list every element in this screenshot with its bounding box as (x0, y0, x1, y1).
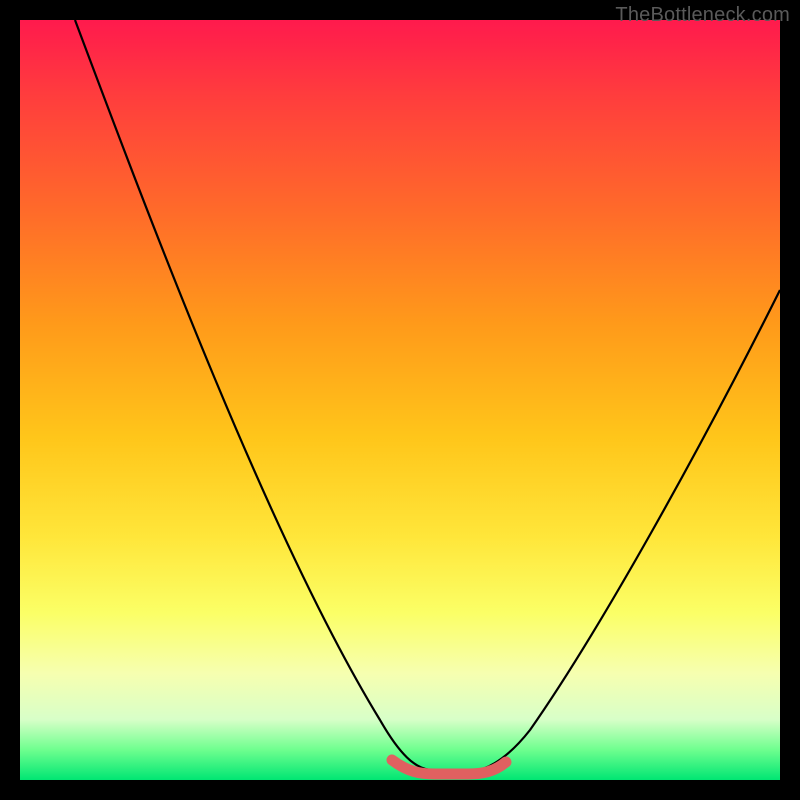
watermark-text: TheBottleneck.com (615, 4, 790, 27)
curve-path (75, 20, 780, 772)
flat-zone-highlight (392, 760, 506, 774)
chart-frame: TheBottleneck.com (0, 0, 800, 800)
chart-svg (20, 20, 780, 780)
chart-plot-area (20, 20, 780, 780)
